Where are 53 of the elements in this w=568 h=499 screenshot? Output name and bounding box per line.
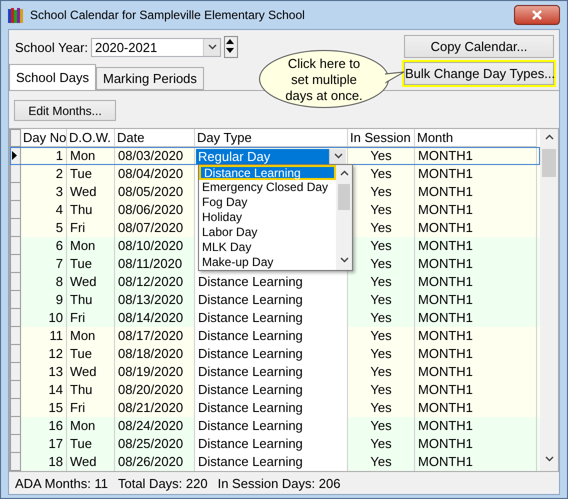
chevron-down-icon[interactable]	[340, 257, 348, 263]
scrollbar[interactable]	[336, 165, 352, 270]
status-text: ADA Months: 11	[15, 476, 108, 490]
table-cell: Distance Learning	[195, 417, 348, 435]
row-pointer-icon	[11, 151, 17, 160]
table-cell: Distance Learning	[195, 435, 348, 453]
chevron-down-icon[interactable]	[208, 44, 217, 50]
current-row[interactable]: 1 Mon 08/03/2020 Regular Day Yes MONTH1	[10, 147, 540, 165]
edit-months-button[interactable]: Edit Months...	[14, 100, 116, 121]
scrollbar[interactable]	[540, 129, 558, 471]
table-cell: Distance Learning	[195, 381, 348, 399]
close-button[interactable]	[514, 5, 560, 25]
table-cell: Distance Learning	[195, 399, 348, 417]
table-cell: Distance Learning	[195, 363, 348, 381]
column-header[interactable]: Day Type	[195, 129, 348, 147]
chevron-down-icon[interactable]	[334, 153, 342, 159]
table-cell: Distance Learning	[195, 273, 348, 291]
callout-pointer	[385, 71, 405, 85]
chevron-up-icon[interactable]	[544, 134, 554, 140]
row-header[interactable]	[10, 147, 21, 165]
books-icon	[8, 7, 24, 23]
chevron-down-icon[interactable]	[544, 456, 554, 462]
chevron-up-icon[interactable]	[340, 170, 348, 176]
tab[interactable]: School Days	[9, 64, 96, 90]
year-spinner[interactable]	[224, 36, 238, 58]
column-header[interactable]: Month	[415, 129, 537, 147]
table-cell: MONTH1	[415, 453, 537, 471]
dropdown-option[interactable]: Distance Learning	[199, 165, 336, 180]
scrollbar-thumb[interactable]	[338, 184, 350, 210]
dropdown-option[interactable]: Make-up Day	[199, 255, 336, 270]
table-cell: Distance Learning	[195, 345, 348, 363]
close-icon	[532, 10, 542, 20]
column-header[interactable]: Day No	[21, 129, 67, 147]
scrollbar-thumb[interactable]	[542, 149, 556, 177]
status-text: Total Days: 220	[118, 476, 208, 490]
column-header[interactable]: D.O.W.	[67, 129, 115, 147]
school-year-select[interactable]: 2020-2021	[91, 38, 222, 56]
table-cell: Distance Learning	[195, 309, 348, 327]
tab[interactable]: Marking Periods	[96, 67, 204, 90]
table-cell: Distance Learning	[195, 291, 348, 309]
window-title: School Calendar for Sampleville Elementary School	[30, 8, 306, 22]
status-text: In Session Days: 206	[218, 476, 340, 490]
table-cell: Wed	[67, 453, 115, 471]
column-header[interactable]: In Session	[348, 129, 415, 147]
callout-bubble: Click here to set multiple days at once.	[259, 50, 389, 108]
table-cell: Yes	[348, 453, 415, 471]
table-cell: 18	[21, 453, 67, 471]
table-cell: Distance Learning	[195, 327, 348, 345]
column-header[interactable]: Date	[115, 129, 195, 147]
action-button[interactable]: Bulk Change Day Types...	[404, 62, 554, 85]
school-year-label: School Year:	[15, 40, 88, 54]
table-cell: Distance Learning	[195, 453, 348, 471]
action-button[interactable]: Copy Calendar...	[404, 35, 554, 58]
